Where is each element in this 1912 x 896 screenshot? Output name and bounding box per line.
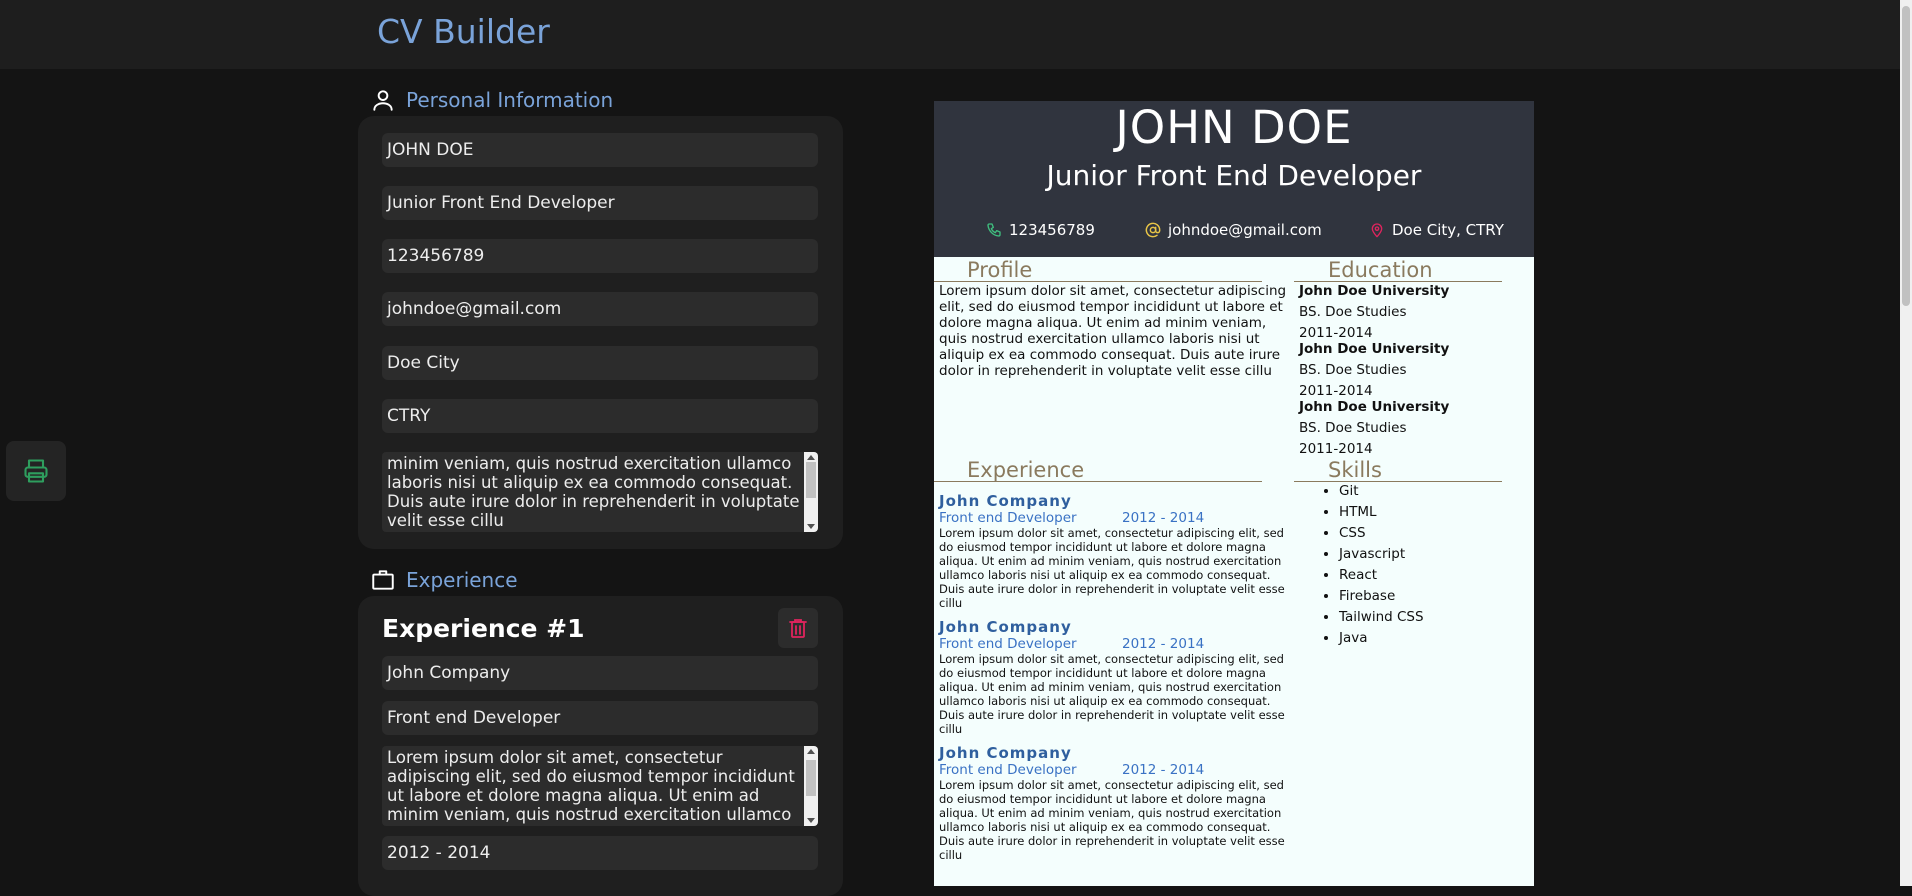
cv-job-description: Lorem ipsum dolor sit amet, consectetur …: [939, 526, 1285, 610]
name-field[interactable]: JOHN DOE: [382, 133, 818, 167]
skill-item: HTML: [1339, 504, 1424, 525]
cv-email: johndoe@gmail.com: [1145, 221, 1322, 239]
education-school: John Doe University: [1299, 341, 1450, 357]
education-years: 2011-2014: [1299, 383, 1373, 399]
cv-email-text: johndoe@gmail.com: [1168, 221, 1322, 239]
print-button[interactable]: [6, 441, 66, 501]
textarea-line: Lorem ipsum dolor sit amet, consectetur: [387, 748, 723, 767]
cv-job-period: 2012 - 2014: [1122, 510, 1205, 526]
education-years: 2011-2014: [1299, 325, 1373, 341]
education-years: 2011-2014: [1299, 441, 1373, 457]
skill-item: CSS: [1339, 525, 1424, 546]
cv-job-position: Front end Developer: [939, 636, 1077, 652]
delete-experience-button[interactable]: [778, 608, 818, 648]
location-pin-icon: [1371, 223, 1383, 238]
cv-title: Junior Front End Developer: [1046, 159, 1422, 192]
cv-profile-heading: Profile: [967, 258, 1033, 282]
top-bar: CV Builder: [0, 0, 1900, 69]
period-field[interactable]: 2012 - 2014: [382, 836, 818, 870]
cv-phone: 123456789: [986, 221, 1095, 239]
experience-description-textarea[interactable]: Lorem ipsum dolor sit amet, consectetur …: [382, 746, 818, 826]
cv-header: JOHN DOE Junior Front End Developer 1234…: [934, 101, 1534, 257]
cv-job-description: Lorem ipsum dolor sit amet, consectetur …: [939, 778, 1285, 862]
education-degree: BS. Doe Studies: [1299, 362, 1407, 378]
skill-item: Javascript: [1339, 546, 1424, 567]
education-school: John Doe University: [1299, 399, 1450, 415]
experience-entry-title: Experience #1: [382, 614, 585, 643]
cv-skills-list: Git HTML CSS Javascript React Firebase T…: [1339, 483, 1424, 651]
cv-location-text: Doe City, CTRY: [1392, 221, 1504, 239]
cv-job-description: Lorem ipsum dolor sit amet, consectetur …: [939, 652, 1285, 736]
cv-profile-text: Lorem ipsum dolor sit amet, consectetur …: [939, 283, 1287, 379]
textarea-line: minim veniam, quis nostrud exercitation …: [387, 805, 792, 824]
personal-info-heading-label: Personal Information: [406, 88, 614, 112]
experience-heading: Experience: [370, 567, 518, 593]
education-school: John Doe University: [1299, 283, 1450, 299]
personal-info-panel: JOHN DOE Junior Front End Developer 1234…: [358, 116, 843, 549]
cv-job-company: John Company: [939, 492, 1072, 510]
phone-field[interactable]: 123456789: [382, 239, 818, 273]
cv-preview: JOHN DOE Junior Front End Developer 1234…: [934, 101, 1534, 886]
scrollbar-thumb[interactable]: [1902, 6, 1910, 306]
position-field[interactable]: Front end Developer: [382, 701, 818, 735]
experience-panel: Experience #1 John Company Front end Dev…: [358, 596, 843, 896]
phone-icon: [987, 223, 1001, 237]
cv-job: John Company Front end Developer 2012 - …: [939, 618, 1299, 736]
textarea-line: Duis aute irure dolor in reprehenderit i…: [387, 492, 800, 511]
textarea-line: adipiscing elit, sed do eiusmod tempor i…: [387, 767, 795, 786]
page-scrollbar[interactable]: [1900, 0, 1912, 886]
skill-item: Java: [1339, 630, 1424, 651]
profile-rule: [934, 281, 1262, 282]
skills-rule: [1294, 481, 1502, 482]
education-rule: [1294, 281, 1502, 282]
app-title: CV Builder: [377, 12, 550, 51]
textarea-scrollbar[interactable]: [804, 746, 818, 826]
printer-icon: [24, 459, 48, 483]
cv-phone-text: 123456789: [1009, 221, 1095, 239]
textarea-scrollbar[interactable]: [804, 452, 818, 532]
education-item: John Doe University BS. Doe Studies 2011…: [1299, 341, 1449, 399]
cv-job-position: Front end Developer: [939, 762, 1077, 778]
textarea-line: velit esse cillu: [387, 511, 504, 530]
at-icon: [1145, 222, 1161, 238]
trash-icon: [789, 619, 807, 638]
cv-education-heading: Education: [1328, 258, 1433, 282]
country-field[interactable]: CTRY: [382, 399, 818, 433]
cv-job: John Company Front end Developer 2012 - …: [939, 744, 1299, 862]
skill-item: Tailwind CSS: [1339, 609, 1424, 630]
education-item: John Doe University BS. Doe Studies 2011…: [1299, 283, 1449, 341]
textarea-line: minim veniam, quis nostrud exercitation …: [387, 454, 792, 473]
cv-job-company: John Company: [939, 618, 1072, 636]
company-field[interactable]: John Company: [382, 656, 818, 690]
cv-job-position: Front end Developer: [939, 510, 1077, 526]
textarea-line: ut labore et dolore magna aliqua. Ut eni…: [387, 786, 760, 805]
cv-job: John Company Front end Developer 2012 - …: [939, 492, 1299, 610]
person-icon: [373, 90, 393, 111]
cv-job-company: John Company: [939, 744, 1072, 762]
cv-job-period: 2012 - 2014: [1122, 762, 1205, 778]
textarea-line: laboris nisi ut aliquip ex ea commodo co…: [387, 473, 793, 492]
experience-heading-label: Experience: [406, 568, 518, 592]
skill-item: Git: [1339, 483, 1424, 504]
cv-job-period: 2012 - 2014: [1122, 636, 1205, 652]
experience-rule: [934, 481, 1262, 482]
skill-item: Firebase: [1339, 588, 1424, 609]
cv-experience-heading: Experience: [967, 458, 1085, 482]
job-title-field[interactable]: Junior Front End Developer: [382, 186, 818, 220]
cv-location: Doe City, CTRY: [1369, 221, 1504, 239]
cv-name: JOHN DOE: [1115, 101, 1353, 154]
city-field[interactable]: Doe City: [382, 346, 818, 380]
briefcase-icon: [372, 570, 394, 590]
email-field[interactable]: johndoe@gmail.com: [382, 292, 818, 326]
education-degree: BS. Doe Studies: [1299, 304, 1407, 320]
education-degree: BS. Doe Studies: [1299, 420, 1407, 436]
education-item: John Doe University BS. Doe Studies 2011…: [1299, 399, 1449, 457]
cv-skills-heading: Skills: [1328, 458, 1382, 482]
personal-info-heading: Personal Information: [370, 87, 613, 113]
skill-item: React: [1339, 567, 1424, 588]
profile-textarea[interactable]: minim veniam, quis nostrud exercitation …: [382, 452, 818, 532]
